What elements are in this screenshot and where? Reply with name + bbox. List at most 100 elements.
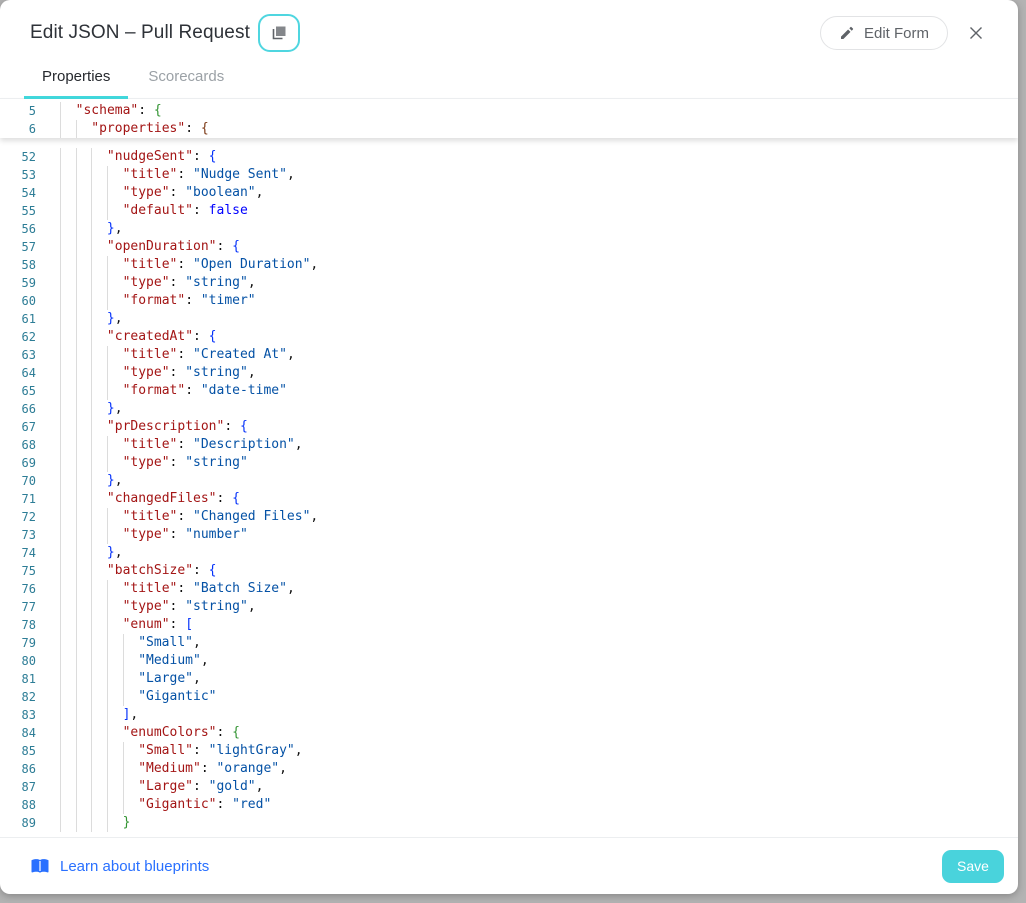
code-line[interactable]: 89} bbox=[0, 814, 1018, 832]
token: : bbox=[170, 599, 186, 614]
code-line[interactable]: 54"type": "boolean", bbox=[0, 184, 1018, 202]
line-number: 59 bbox=[0, 274, 36, 292]
code-line[interactable]: 75"batchSize": { bbox=[0, 562, 1018, 580]
code-line[interactable]: 52"nudgeSent": { bbox=[0, 148, 1018, 166]
token: , bbox=[115, 221, 123, 236]
code-line[interactable]: 59"type": "string", bbox=[0, 274, 1018, 292]
indent-guide bbox=[107, 724, 123, 742]
indent-guide bbox=[91, 544, 107, 562]
token: { bbox=[232, 725, 240, 740]
code-line[interactable]: 65"format": "date-time" bbox=[0, 382, 1018, 400]
code-line[interactable]: 72"title": "Changed Files", bbox=[0, 508, 1018, 526]
token: "type" bbox=[123, 185, 170, 200]
code-line[interactable]: 76"title": "Batch Size", bbox=[0, 580, 1018, 598]
token: "enum" bbox=[123, 617, 170, 632]
token: "openDuration" bbox=[107, 239, 217, 254]
code-line[interactable]: 56}, bbox=[0, 220, 1018, 238]
token: "orange" bbox=[216, 761, 279, 776]
tab-scorecards[interactable]: Scorecards bbox=[130, 58, 242, 99]
code-line[interactable]: 88"Gigantic": "red" bbox=[0, 796, 1018, 814]
indent-guide bbox=[76, 202, 92, 220]
token: , bbox=[287, 167, 295, 182]
copy-json-button[interactable] bbox=[258, 14, 300, 52]
token: { bbox=[209, 563, 217, 578]
code-line[interactable]: 69"type": "string" bbox=[0, 454, 1018, 472]
code-line[interactable]: 82"Gigantic" bbox=[0, 688, 1018, 706]
code-line[interactable]: 87"Large": "gold", bbox=[0, 778, 1018, 796]
indent-guide bbox=[107, 634, 123, 652]
line-number: 78 bbox=[0, 616, 36, 634]
indent-guide bbox=[76, 688, 92, 706]
token: : bbox=[217, 239, 233, 254]
indent-guide bbox=[91, 634, 107, 652]
code-line[interactable]: 5"schema": { bbox=[0, 102, 1018, 120]
code-line[interactable]: 79"Small", bbox=[0, 634, 1018, 652]
token: { bbox=[240, 419, 248, 434]
code-text: "Medium", bbox=[60, 652, 209, 670]
line-number: 62 bbox=[0, 328, 36, 346]
indent-guide bbox=[107, 166, 123, 184]
code-line[interactable]: 64"type": "string", bbox=[0, 364, 1018, 382]
code-line[interactable]: 66}, bbox=[0, 400, 1018, 418]
token: : bbox=[193, 779, 209, 794]
indent-guide bbox=[60, 796, 76, 814]
copy-icon bbox=[270, 24, 288, 42]
indent-guide bbox=[76, 292, 92, 310]
code-line[interactable]: 73"type": "number" bbox=[0, 526, 1018, 544]
code-line[interactable]: 85"Small": "lightGray", bbox=[0, 742, 1018, 760]
code-line[interactable]: 70}, bbox=[0, 472, 1018, 490]
code-line[interactable]: 86"Medium": "orange", bbox=[0, 760, 1018, 778]
indent-guide bbox=[91, 220, 107, 238]
line-number: 84 bbox=[0, 724, 36, 742]
code-line[interactable]: 57"openDuration": { bbox=[0, 238, 1018, 256]
token: "boolean" bbox=[185, 185, 255, 200]
code-line[interactable]: 80"Medium", bbox=[0, 652, 1018, 670]
token: { bbox=[201, 121, 209, 136]
code-line[interactable]: 81"Large", bbox=[0, 670, 1018, 688]
code-line[interactable]: 68"title": "Description", bbox=[0, 436, 1018, 454]
code-line[interactable]: 84"enumColors": { bbox=[0, 724, 1018, 742]
token: "Gigantic" bbox=[138, 797, 216, 812]
tab-properties[interactable]: Properties bbox=[24, 58, 128, 99]
indent-guide bbox=[76, 472, 92, 490]
edit-form-button[interactable]: Edit Form bbox=[820, 16, 948, 50]
indent-guide bbox=[107, 742, 123, 760]
token: , bbox=[115, 311, 123, 326]
line-number: 54 bbox=[0, 184, 36, 202]
indent-guide bbox=[107, 526, 123, 544]
indent-guide bbox=[76, 706, 92, 724]
indent-guide bbox=[91, 292, 107, 310]
code-text: "prDescription": { bbox=[60, 418, 248, 436]
code-line[interactable]: 83], bbox=[0, 706, 1018, 724]
indent-guide bbox=[107, 814, 123, 832]
close-button[interactable] bbox=[962, 19, 990, 47]
indent-guide bbox=[123, 778, 139, 796]
save-button[interactable]: Save bbox=[942, 850, 1004, 883]
token: , bbox=[310, 509, 318, 524]
token: : bbox=[170, 365, 186, 380]
code-line[interactable]: 6"properties": { bbox=[0, 120, 1018, 138]
code-line[interactable]: 61}, bbox=[0, 310, 1018, 328]
indent-guide bbox=[107, 364, 123, 382]
code-line[interactable]: 58"title": "Open Duration", bbox=[0, 256, 1018, 274]
json-editor[interactable]: 5"schema": {6"properties": { 52"nudgeSen… bbox=[0, 99, 1018, 837]
code-line[interactable]: 71"changedFiles": { bbox=[0, 490, 1018, 508]
token: , bbox=[295, 437, 303, 452]
token: { bbox=[232, 491, 240, 506]
indent-guide bbox=[60, 274, 76, 292]
indent-guide bbox=[91, 256, 107, 274]
token: : bbox=[185, 293, 201, 308]
indent-guide bbox=[76, 526, 92, 544]
code-line[interactable]: 63"title": "Created At", bbox=[0, 346, 1018, 364]
line-number: 69 bbox=[0, 454, 36, 472]
code-line[interactable]: 62"createdAt": { bbox=[0, 328, 1018, 346]
learn-about-blueprints-link[interactable]: Learn about blueprints bbox=[30, 856, 209, 876]
token: : bbox=[193, 149, 209, 164]
code-line[interactable]: 77"type": "string", bbox=[0, 598, 1018, 616]
code-line[interactable]: 60"format": "timer" bbox=[0, 292, 1018, 310]
code-line[interactable]: 67"prDescription": { bbox=[0, 418, 1018, 436]
code-line[interactable]: 55"default": false bbox=[0, 202, 1018, 220]
code-line[interactable]: 53"title": "Nudge Sent", bbox=[0, 166, 1018, 184]
code-line[interactable]: 78"enum": [ bbox=[0, 616, 1018, 634]
code-line[interactable]: 74}, bbox=[0, 544, 1018, 562]
